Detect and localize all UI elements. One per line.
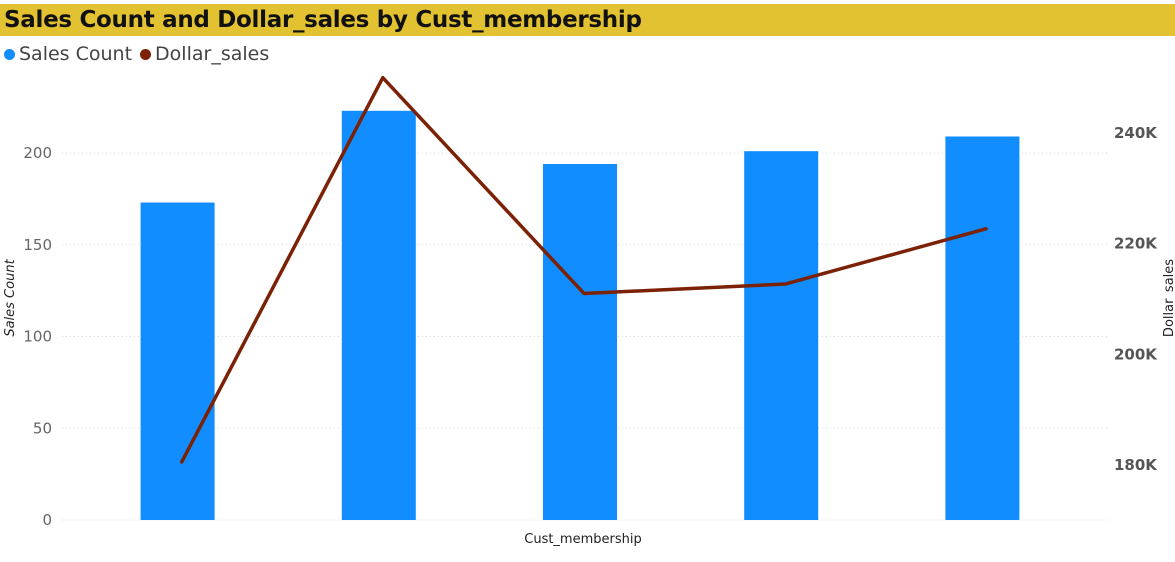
bar-sales-count[interactable] (341, 110, 416, 521)
y-tick-label: 100 (23, 328, 52, 346)
point-dollar-sales[interactable] (381, 76, 385, 80)
bar-sales-count[interactable] (945, 136, 1020, 521)
y2-tick-label: 220K (1114, 235, 1158, 253)
y2-axis-title: Dollar_sales (1162, 259, 1175, 337)
y-axis-title: Sales Count (3, 258, 18, 336)
bar-sales-count[interactable] (744, 151, 819, 521)
point-dollar-sales[interactable] (984, 227, 988, 231)
bar-sales-count[interactable] (543, 164, 617, 520)
right-axis: 180K 200K 220K 240K (1114, 124, 1158, 474)
y2-tick-label: 240K (1114, 124, 1158, 142)
y2-tick-label: 180K (1114, 456, 1158, 474)
combo-chart: 0 50 100 150 200 180K 200K 220K 240K Cust_membe… (3, 75, 1175, 547)
y-tick-label: 150 (23, 236, 52, 254)
y-tick-label: 50 (33, 419, 52, 437)
x-axis-title: Cust_membership (524, 532, 641, 547)
point-dollar-sales[interactable] (180, 460, 184, 464)
y-tick-label: 200 (23, 144, 52, 162)
left-axis: 0 50 100 150 200 (23, 144, 52, 529)
point-dollar-sales[interactable] (582, 291, 586, 295)
bar-sales-count[interactable] (140, 202, 215, 521)
y-tick-label: 0 (42, 511, 52, 529)
point-dollar-sales[interactable] (783, 282, 787, 286)
bar-series (140, 110, 1020, 521)
y2-tick-label: 200K (1114, 345, 1158, 363)
